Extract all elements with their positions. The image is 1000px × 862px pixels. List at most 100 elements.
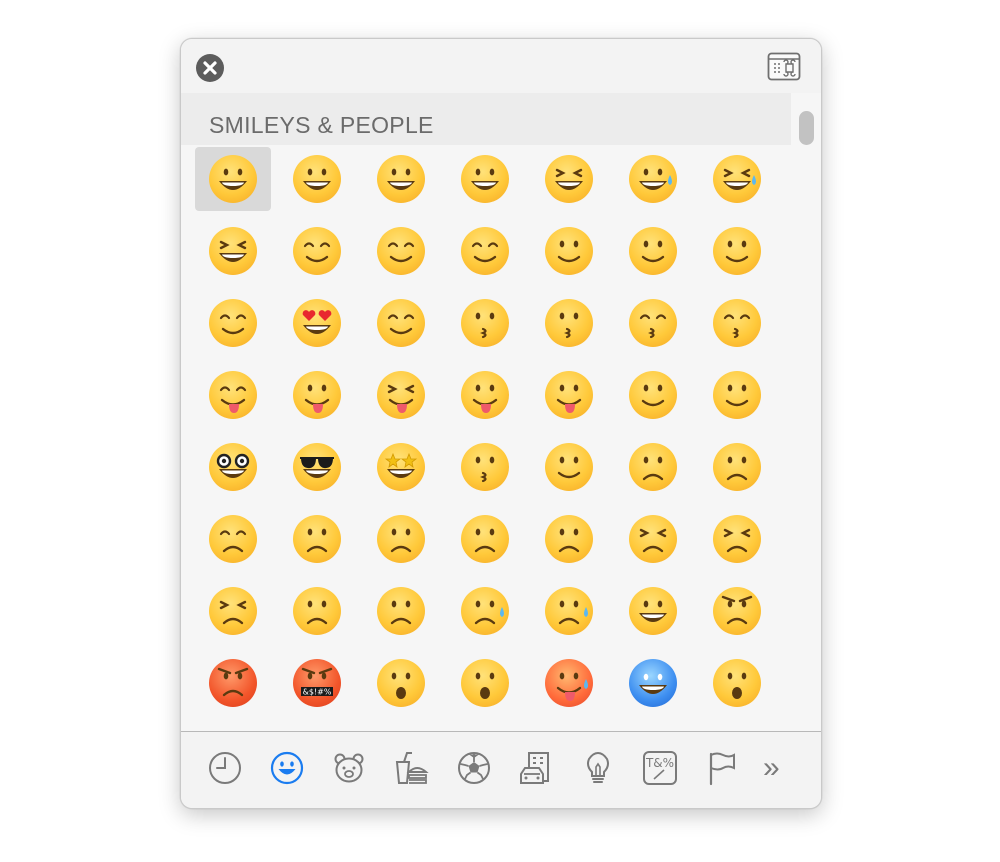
picker-toolbar — [181, 39, 821, 93]
emoji-grinning-face-sweat[interactable] — [615, 147, 691, 211]
face-screaming-fear-icon — [713, 659, 761, 707]
upside-down-face-icon — [629, 227, 677, 275]
emoji-grinning-squinting-face[interactable] — [531, 147, 607, 211]
kissing-face-closed-eyes-icon — [713, 299, 761, 347]
emoji-upside-down-face[interactable] — [615, 219, 691, 283]
tab-smileys-people[interactable] — [269, 750, 305, 786]
emoji-relieved-face[interactable] — [195, 291, 271, 355]
emoji-kissing-face-closed-eyes[interactable] — [699, 291, 775, 355]
emoji-confounded-face[interactable] — [699, 507, 775, 571]
close-icon — [203, 61, 217, 75]
keyboard-viewer-icon — [767, 52, 801, 81]
svg-text:&$!#%: &$!#% — [303, 688, 332, 697]
grinning-face-smiling-eyes-icon — [377, 155, 425, 203]
partying-face-icon — [461, 443, 509, 491]
emoji-squinting-face-tongue[interactable] — [363, 363, 439, 427]
emoji-flushed-face[interactable] — [447, 651, 523, 715]
slightly-smiling-face-icon — [545, 227, 593, 275]
face-symbols-mouth-icon: &$!#% — [293, 659, 341, 707]
character-viewer-button[interactable] — [767, 52, 803, 82]
emoji-grinning-face-smiling-eyes[interactable] — [363, 147, 439, 211]
food-icon — [395, 752, 429, 784]
emoji-partying-face[interactable] — [447, 435, 523, 499]
emoji-face-screaming-fear[interactable] — [699, 651, 775, 715]
flag-icon — [709, 752, 735, 786]
emoji-winking-face[interactable] — [699, 219, 775, 283]
emoji-confused-face[interactable] — [363, 507, 439, 571]
emoji-pleading-face[interactable] — [363, 579, 439, 643]
more-tabs-chevron[interactable]: » — [763, 753, 780, 783]
section-title: SMILEYS & PEOPLE — [209, 112, 434, 138]
emoji-face-savoring-food[interactable] — [195, 363, 271, 427]
tab-objects[interactable] — [580, 750, 616, 786]
emoji-hot-face[interactable] — [531, 651, 607, 715]
emoji-pouting-face[interactable] — [195, 651, 271, 715]
emoji-face-with-monocle[interactable] — [699, 363, 775, 427]
tears-of-joy-icon — [713, 155, 761, 203]
pensive-face-icon — [209, 515, 257, 563]
emoji-crying-face[interactable] — [447, 579, 523, 643]
emoji-rolling-on-floor-laughing[interactable] — [195, 219, 271, 283]
emoji-winking-face-tongue[interactable] — [447, 363, 523, 427]
emoji-loudly-crying-face[interactable] — [531, 579, 607, 643]
emoji-kissing-face[interactable] — [531, 291, 607, 355]
emoji-smiling-face[interactable] — [279, 219, 355, 283]
kissing-face-icon — [545, 299, 593, 347]
tab-food-drink[interactable] — [393, 750, 429, 786]
emoji-tears-of-joy[interactable] — [699, 147, 775, 211]
emoji-unamused-face[interactable] — [615, 435, 691, 499]
emoji-face-blowing-kiss[interactable] — [447, 291, 523, 355]
emoji-angry-face[interactable] — [699, 579, 775, 643]
emoji-grinning-face[interactable] — [195, 147, 271, 211]
crying-face-icon — [461, 587, 509, 635]
tab-travel-places[interactable] — [518, 750, 554, 786]
weary-face-icon — [293, 587, 341, 635]
emoji-slightly-frowning-face[interactable] — [447, 507, 523, 571]
pouting-face-icon — [209, 659, 257, 707]
emoji-nerd-face[interactable] — [195, 435, 271, 499]
emoji-grinning-face-big-eyes[interactable] — [279, 147, 355, 211]
tab-symbols[interactable]: T&% — [642, 750, 678, 786]
winking-face-tongue-icon — [461, 371, 509, 419]
emoji-tired-face[interactable] — [195, 579, 271, 643]
close-button[interactable] — [196, 54, 224, 82]
emoji-cold-face[interactable] — [615, 651, 691, 715]
emoji-exploding-head[interactable] — [363, 651, 439, 715]
emoji-beaming-face[interactable] — [447, 147, 523, 211]
scrollbar-thumb[interactable] — [799, 111, 814, 145]
emoji-smiling-face-halo[interactable] — [447, 219, 523, 283]
emoji-disappointed-face[interactable] — [699, 435, 775, 499]
emoji-heart-eyes[interactable] — [279, 291, 355, 355]
emoji-pensive-face[interactable] — [195, 507, 271, 571]
emoji-picker-panel: SMILEYS & PEOPLE &$!#% T&% » — [180, 38, 822, 809]
loudly-crying-face-icon — [545, 587, 593, 635]
emoji-smiling-face-sunglasses[interactable] — [279, 435, 355, 499]
tab-flags[interactable] — [704, 750, 740, 786]
emoji-face-with-tongue[interactable] — [279, 363, 355, 427]
emoji-face-symbols-mouth[interactable]: &$!#% — [279, 651, 355, 715]
emoji-persevering-face[interactable] — [615, 507, 691, 571]
emoji-zany-face[interactable] — [531, 363, 607, 427]
emoji-slightly-smiling-face[interactable] — [531, 219, 607, 283]
smirking-face-icon — [545, 443, 593, 491]
emoji-frowning-face[interactable] — [531, 507, 607, 571]
emoji-smirking-face[interactable] — [531, 435, 607, 499]
emoji-smiling-face-hearts[interactable] — [363, 291, 439, 355]
emoji-smiling-face-smiling-eyes[interactable] — [363, 219, 439, 283]
smiling-face-icon — [293, 227, 341, 275]
tab-animals-nature[interactable] — [331, 750, 367, 786]
emoji-worried-face[interactable] — [279, 507, 355, 571]
emoji-weary-face[interactable] — [279, 579, 355, 643]
beaming-face-icon — [461, 155, 509, 203]
emoji-face-steam-nose[interactable] — [615, 579, 691, 643]
face-steam-nose-icon — [629, 587, 677, 635]
tired-face-icon — [209, 587, 257, 635]
emoji-star-struck[interactable] — [363, 435, 439, 499]
tab-activity[interactable] — [456, 750, 492, 786]
emoji-face-raised-eyebrow[interactable] — [615, 363, 691, 427]
tab-recent[interactable] — [207, 750, 243, 786]
emoji-kissing-face-smiling-eyes[interactable] — [615, 291, 691, 355]
lightbulb-icon — [587, 751, 609, 783]
disappointed-face-icon — [713, 443, 761, 491]
grinning-face-icon — [209, 155, 257, 203]
